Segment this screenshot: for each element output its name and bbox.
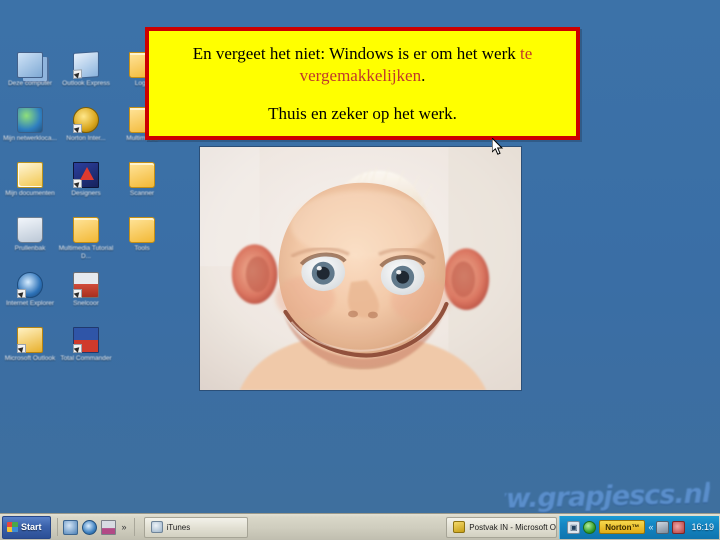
folder-icon xyxy=(129,217,155,243)
network-icon[interactable] xyxy=(656,520,670,534)
desktop-icon[interactable]: Prullenbak xyxy=(2,215,58,270)
desktop-icon-label: Designers xyxy=(71,190,101,197)
start-button[interactable]: Start xyxy=(2,515,51,539)
recycle-bin-icon xyxy=(17,217,43,243)
desktop-icon-label: Tools xyxy=(134,245,150,252)
desktop-icon-label: Prullenbak xyxy=(14,245,46,252)
itunes-icon xyxy=(150,521,163,533)
taskbar-task-label: iTunes xyxy=(166,522,191,532)
folder-icon xyxy=(73,217,99,243)
tray-expand-chevron-icon[interactable]: « xyxy=(648,522,653,532)
desktop-icon-label: Outlook Express xyxy=(62,80,110,87)
start-button-label: Start xyxy=(21,522,42,532)
desktop-icon[interactable]: Snelcoor xyxy=(58,270,114,325)
windows-flag-icon xyxy=(7,522,18,532)
desktop-icon[interactable]: Multimedia Tutorial D... xyxy=(58,215,114,270)
taskbar-task-button[interactable]: Postvak IN - Microsoft O... xyxy=(446,516,558,538)
shortcut-arrow-icon xyxy=(73,69,82,79)
shortcut-arrow-icon xyxy=(73,344,82,353)
taskbar-task-button[interactable]: iTunes xyxy=(143,516,249,538)
total-commander-icon xyxy=(73,327,99,353)
desktop-icon[interactable]: Mijn documenten xyxy=(2,160,58,215)
outlook-icon xyxy=(453,521,466,533)
desktop-icon-label: Mijn netwerkloca... xyxy=(3,135,57,142)
norton-shield-icon[interactable] xyxy=(583,520,597,534)
quick-launch-overflow-icon[interactable]: » xyxy=(118,520,131,535)
desktop-icon-label: Norton Inter... xyxy=(66,135,106,142)
callout-line-2: Thuis en zeker op het werk. xyxy=(268,103,457,123)
desktop-icon[interactable]: Norton Inter... xyxy=(58,105,114,160)
my-documents-icon xyxy=(17,162,43,188)
desktop-icon-label: Scanner xyxy=(129,190,155,197)
designers-app-icon xyxy=(73,162,99,188)
display-properties-icon[interactable]: ▣ xyxy=(567,520,581,534)
shortcut-arrow-icon xyxy=(17,344,26,353)
baby-photo-image xyxy=(200,147,521,390)
outlook-express-icon xyxy=(73,51,99,79)
folder-icon xyxy=(129,162,155,188)
desktop-icon[interactable]: Microsoft Outlook xyxy=(2,325,58,380)
site-watermark: www.grapjescs.nl xyxy=(504,477,711,513)
desktop-icon[interactable]: Total Commander xyxy=(58,325,114,380)
my-computer-icon xyxy=(17,52,43,78)
internet-explorer-icon xyxy=(17,272,43,298)
desktop-icon[interactable]: Deze computer xyxy=(2,50,58,105)
taskbar-clock[interactable]: 16:19 xyxy=(691,522,714,532)
norton-internet-security-icon xyxy=(73,107,99,133)
volume-icon[interactable] xyxy=(672,520,686,534)
desktop-icon[interactable]: Mijn netwerkloca... xyxy=(2,105,58,160)
desktop-icon[interactable]: Designers xyxy=(58,160,114,215)
quick-launch-bar: » xyxy=(61,519,131,535)
desktop-icon-label: Snelcoor xyxy=(73,300,99,307)
media-player-icon[interactable] xyxy=(62,519,78,535)
desktop-icon-label: Deze computer xyxy=(7,80,53,87)
save-disk-icon[interactable] xyxy=(100,519,116,535)
norton-status-badge[interactable]: Norton™ xyxy=(599,520,646,534)
taskbar: Start » iTunes Postvak IN - Microsoft O..… xyxy=(0,513,720,540)
desktop-icon-empty xyxy=(114,270,170,325)
taskbar-separator-2 xyxy=(133,518,135,536)
desktop-icon-label: Multimedia Tutorial D... xyxy=(58,245,114,260)
snelcoor-icon xyxy=(73,272,99,298)
desktop-icon-label: Microsoft Outlook xyxy=(4,355,56,362)
desktop-icon-label: Total Commander xyxy=(60,355,112,362)
desktop-photo xyxy=(199,146,522,391)
desktop-icon-label: Mijn documenten xyxy=(5,190,55,197)
desktop-icon[interactable]: Tools xyxy=(114,215,170,270)
shortcut-arrow-icon xyxy=(73,289,82,298)
desktop-icon-label: Internet Explorer xyxy=(5,300,55,307)
internet-explorer-icon[interactable] xyxy=(81,519,97,535)
callout-line-1: En vergeet het niet: Windows is er om he… xyxy=(163,43,562,87)
desktop-icon[interactable]: Scanner xyxy=(114,160,170,215)
desktop-background[interactable]: Deze computer Outlook Express Logo Mijn net… xyxy=(0,0,720,513)
message-callout: En vergeet het niet: Windows is er om he… xyxy=(145,27,580,140)
desktop-icon-empty xyxy=(114,325,170,380)
callout-line1-suffix: . xyxy=(421,65,426,85)
shortcut-arrow-icon xyxy=(73,179,82,188)
task-list: iTunes Postvak IN - Microsoft O... xyxy=(138,516,560,538)
desktop-icon[interactable]: Outlook Express xyxy=(58,50,114,105)
shortcut-arrow-icon xyxy=(73,124,82,133)
shortcut-arrow-icon xyxy=(17,289,26,298)
callout-line1-prefix: En vergeet het niet: Windows is er om he… xyxy=(192,43,520,63)
system-tray: ▣ Norton™ « 16:19 xyxy=(559,515,719,539)
desktop-icon[interactable]: Internet Explorer xyxy=(2,270,58,325)
taskbar-separator xyxy=(56,518,58,536)
my-network-places-icon xyxy=(17,107,43,133)
taskbar-task-label: Postvak IN - Microsoft O... xyxy=(469,522,558,532)
microsoft-outlook-icon xyxy=(17,327,43,353)
mouse-cursor-icon xyxy=(492,138,504,155)
